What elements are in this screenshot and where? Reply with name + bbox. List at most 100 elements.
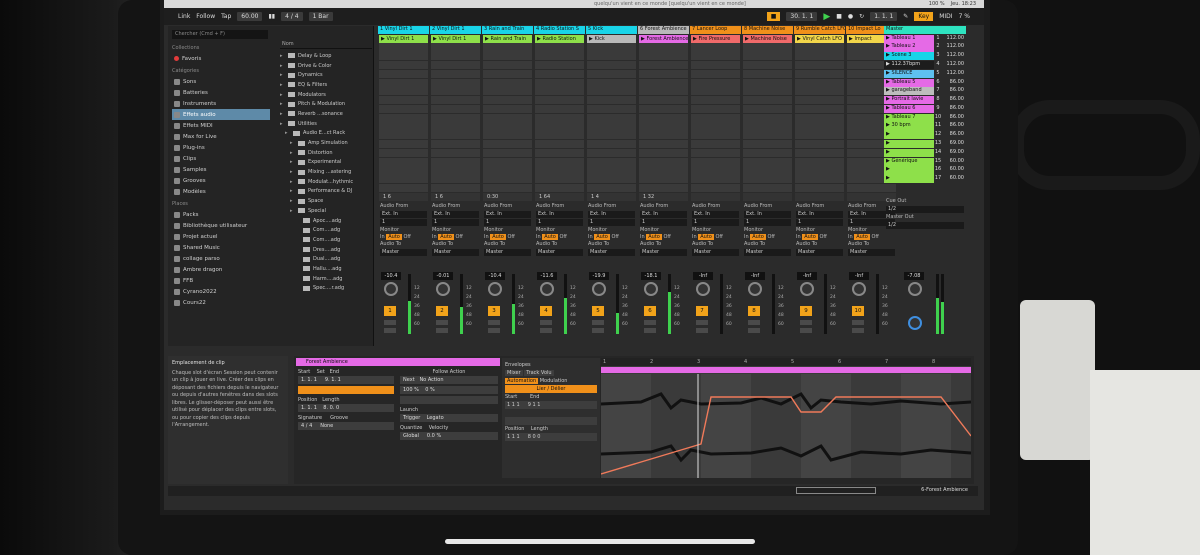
track-activator-button[interactable]: 9 [800,306,812,316]
solo-button[interactable] [748,320,760,325]
clip-slot[interactable] [639,96,688,105]
clip-slot[interactable] [795,96,844,105]
place-item[interactable]: Shared Music [172,242,270,253]
clip-slot[interactable] [483,104,532,114]
clip-slot[interactable] [639,131,688,140]
scene-row[interactable]: ▶ 14 69.00 [884,148,966,157]
audio-to-select[interactable]: Master [536,249,583,257]
clip-slot[interactable] [691,87,740,96]
scene-tempo[interactable]: 86.00 [942,87,966,96]
monitor-in-button[interactable]: In [432,234,437,240]
clip-slot[interactable] [431,122,480,131]
monitor-auto-button[interactable]: Auto [802,234,818,241]
track-volume-field[interactable]: -Inf [745,272,765,280]
clip-slot[interactable] [743,131,792,140]
arm-button[interactable] [488,328,500,333]
clip-slot[interactable] [639,122,688,131]
clip-slot-playing[interactable]: ▶ Vinyl Dirt 1 [431,34,480,43]
scene-launch-button[interactable]: ▶ Tableau 6 [884,104,934,114]
clip-slot[interactable] [431,139,480,149]
clip-slot[interactable] [379,148,428,157]
browser-tree-item[interactable]: ▸ Modulat...hythmic [280,177,372,187]
solo-button[interactable] [384,320,396,325]
clip-slot[interactable] [691,148,740,157]
pan-knob[interactable] [488,282,502,296]
play-scene-icon[interactable]: ▶ [886,43,890,49]
clip-slot[interactable] [795,60,844,70]
master-track-header[interactable]: Master [884,26,966,34]
clip-slot[interactable] [431,175,480,184]
clip-slot[interactable] [795,69,844,78]
pan-knob[interactable] [696,282,710,296]
clip-slot[interactable] [795,175,844,184]
browser-tree-item[interactable]: ▸ Mixing ...astering [280,167,372,177]
arm-button[interactable] [696,328,708,333]
clip-slot-playing[interactable]: ▶ Rain and Train [483,34,532,43]
track-header[interactable]: 4 Radio Station S [534,26,585,34]
audio-from-select[interactable]: Ext. In [640,211,687,219]
clip-slot[interactable] [587,139,636,149]
audio-to-select[interactable]: Master [432,249,479,257]
track-header[interactable]: 5 Kick [586,26,637,34]
category-item[interactable]: Samples [172,164,270,175]
clip-position-field[interactable]: 1. 1. 1 [301,405,317,411]
scene-row[interactable]: ▶ 12 86.00 [884,131,966,140]
solo-button[interactable] [592,320,604,325]
clip-slot[interactable] [587,148,636,157]
clip-slot[interactable] [535,113,584,122]
clip-slot[interactable] [379,96,428,105]
track-header[interactable]: 7 Lancer Loop [690,26,741,34]
env-length-field[interactable]: 8 0 0 [528,434,541,440]
clip-slot[interactable] [639,157,688,166]
input-channel-select[interactable]: 1 [640,219,687,227]
clip-slot[interactable] [795,122,844,131]
monitor-auto-button[interactable]: Auto [646,234,662,241]
browser-tree-item[interactable]: ▸ Delay & Loop [280,51,372,61]
input-channel-select[interactable]: 1 [536,219,583,227]
pan-knob[interactable] [748,282,762,296]
clip-slot[interactable] [743,113,792,122]
scene-launch-button[interactable]: ▶ [884,166,934,175]
clip-slot[interactable] [379,52,428,61]
expand-icon[interactable]: ▸ [290,179,295,185]
clip-slot[interactable] [639,78,688,87]
track-header[interactable]: 9 Rumble Catch LFO [794,26,845,34]
clip-slot[interactable] [691,122,740,131]
clip-name[interactable]: Forest Ambience [296,358,500,366]
clip-slot[interactable] [431,43,480,52]
play-scene-icon[interactable]: ▶ [886,122,890,128]
song-position-field[interactable]: 30. 1. 1 [786,12,818,21]
clip-slot[interactable] [795,43,844,52]
play-scene-icon[interactable]: ▶ [886,52,890,58]
pan-knob[interactable] [384,282,398,296]
play-clip-icon[interactable]: ▶ [797,36,801,42]
clip-slot[interactable] [379,104,428,114]
clip-slot[interactable] [535,183,584,193]
monitor-off-button[interactable]: Off [403,234,410,240]
clip-slot[interactable] [639,52,688,61]
play-scene-icon[interactable]: ▶ [886,114,890,120]
scene-tempo[interactable]: 112.00 [942,69,966,78]
monitor-in-button[interactable]: In [484,234,489,240]
clip-slot[interactable] [587,183,636,193]
track-volume-field[interactable]: -0.01 [433,272,453,280]
monitor-auto-button[interactable]: Auto [698,234,714,241]
play-clip-icon[interactable]: ▶ [745,36,749,42]
clip-slot[interactable] [639,69,688,78]
clip-slot[interactable] [639,139,688,149]
clip-slot[interactable] [483,60,532,70]
expand-icon[interactable]: ▸ [280,111,285,117]
clip-slot[interactable] [379,87,428,96]
legato-label[interactable]: Legato [427,415,444,421]
monitor-off-button[interactable]: Off [455,234,462,240]
audio-to-select[interactable]: Master [692,249,739,257]
scene-row[interactable]: ▶ Scène 3 3 112.00 [884,52,966,61]
category-item[interactable]: Clips [172,153,270,164]
clip-slot[interactable] [743,166,792,175]
clip-slot[interactable] [483,175,532,184]
follow-button[interactable]: Follow [196,13,215,20]
track-volume-field[interactable]: -Inf [849,272,869,280]
clip-slot[interactable] [795,157,844,166]
clip-slot[interactable] [743,104,792,114]
scene-tempo[interactable]: 69.00 [942,139,966,149]
